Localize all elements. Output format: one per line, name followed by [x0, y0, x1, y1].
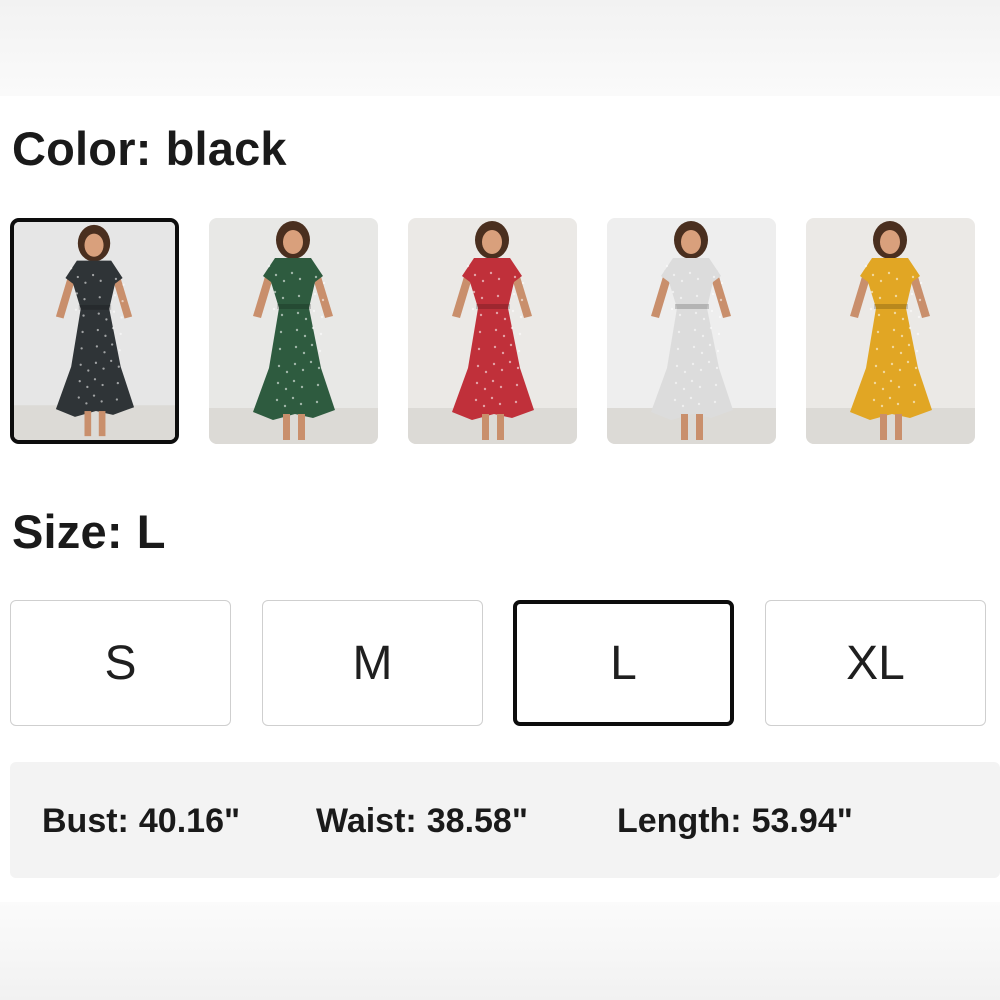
size-label: Size:	[12, 505, 123, 558]
measurement-value: 40.16"	[138, 802, 241, 840]
measurement-value: 38.58"	[426, 802, 528, 840]
color-swatch-red[interactable]	[408, 218, 577, 444]
size-option-label: XL	[846, 636, 905, 690]
color-swatch-yellow[interactable]	[806, 218, 975, 444]
dress-photo-green	[209, 218, 378, 444]
size-option-label: L	[610, 636, 637, 690]
color-value: black	[165, 122, 287, 175]
dress-photo-white	[607, 218, 776, 444]
top-fade	[0, 0, 1000, 96]
size-option-xl[interactable]: XL	[765, 600, 986, 726]
dress-photo-yellow	[806, 218, 975, 444]
color-swatch-white[interactable]	[607, 218, 776, 444]
measurement-label: Bust:	[42, 802, 129, 840]
measurement-bust: Bust: 40.16"	[42, 804, 240, 838]
color-swatch-black[interactable]	[10, 218, 179, 444]
measurements-panel: Bust: 40.16" Waist: 38.58" Length: 53.94"	[10, 762, 1000, 878]
bottom-fade	[0, 902, 1000, 1000]
size-option-label: S	[104, 636, 137, 690]
size-option-m[interactable]: M	[262, 600, 483, 726]
size-option-s[interactable]: S	[10, 600, 231, 726]
dress-photo-red	[408, 218, 577, 444]
size-heading: Size: L	[12, 508, 166, 555]
size-value: L	[136, 505, 166, 558]
dress-photo-black	[14, 222, 175, 440]
measurement-length: Length: 53.94"	[617, 804, 853, 838]
measurement-value: 53.94"	[751, 802, 853, 840]
size-option-l[interactable]: L	[513, 600, 734, 726]
color-heading: Color: black	[12, 125, 287, 172]
measurement-label: Waist:	[316, 802, 417, 840]
measurement-waist: Waist: 38.58"	[316, 804, 528, 838]
color-swatch-row	[10, 218, 976, 444]
color-label: Color:	[12, 122, 152, 175]
color-swatch-green[interactable]	[209, 218, 378, 444]
size-option-label: M	[352, 636, 393, 690]
measurement-label: Length:	[617, 802, 742, 840]
